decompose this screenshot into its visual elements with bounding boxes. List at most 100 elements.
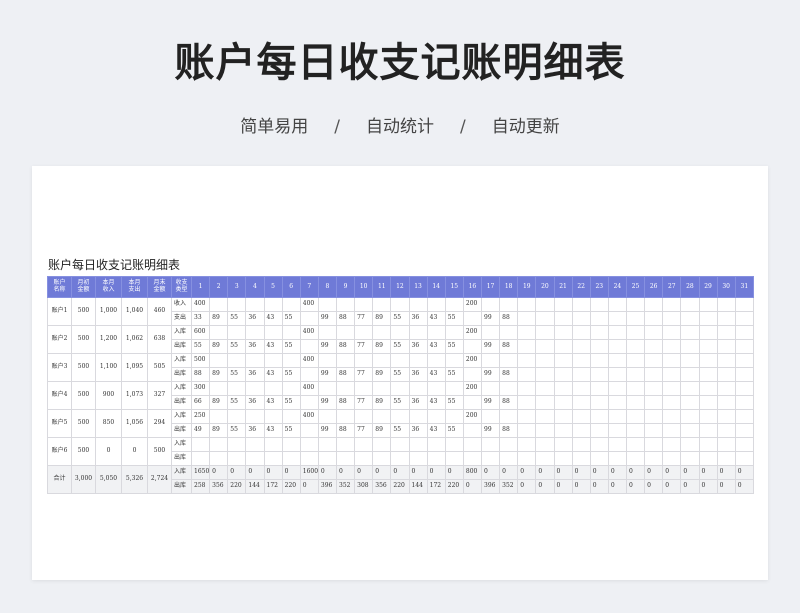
cell-day: 36: [245, 339, 265, 354]
cell-day: [227, 353, 247, 368]
cell-day: [462, 395, 483, 410]
cell-day: [444, 381, 464, 396]
cell-day: [571, 395, 591, 410]
cell-day: [354, 451, 374, 466]
cell-day: [553, 381, 573, 396]
cell-day: [625, 297, 646, 312]
cell-day: [716, 297, 736, 312]
cell-day: 55: [281, 311, 301, 326]
cell-name: 合计: [47, 465, 72, 494]
cell-day: [245, 381, 265, 396]
cell-type: 入库: [171, 465, 192, 480]
cell-day: [227, 325, 247, 340]
cell-day: 0: [734, 479, 755, 494]
cell-day: [499, 381, 519, 396]
cell-day: [716, 437, 736, 452]
cell-day: [716, 395, 736, 410]
feature-tagline: 简单易用 / 自动统计 / 自动更新: [0, 112, 800, 137]
cell-day: 396: [317, 479, 338, 494]
cell-day: [390, 297, 410, 312]
cell-expense: 1,040: [121, 297, 148, 326]
cell-type: 出库: [171, 395, 192, 410]
cell-day: [299, 423, 319, 438]
cell-day: [227, 409, 247, 424]
cell-day: [625, 325, 646, 340]
cell-day: 33: [190, 311, 211, 326]
cell-day: 55: [281, 395, 301, 410]
cell-day: 43: [263, 339, 283, 354]
cell-day: [698, 325, 718, 340]
cell-day: [734, 395, 755, 410]
cell-expense: 0: [121, 437, 148, 466]
cell-day: [535, 325, 555, 340]
cell-day: [571, 339, 591, 354]
cell-day: [480, 409, 501, 424]
cell-day: [716, 423, 736, 438]
cell-day: [716, 381, 736, 396]
cell-day: [680, 367, 700, 382]
cell-day: [263, 325, 283, 340]
header-day: 19: [517, 276, 537, 298]
cell-day: [444, 451, 464, 466]
cell-day: [499, 409, 519, 424]
cell-day: 0: [281, 465, 301, 480]
cell-day: [299, 437, 319, 452]
total-row: 合计 3,000 5,050 5,326 2,724 入库 1650 0 0 0 0 0 1600 0 0 0…: [47, 465, 755, 494]
cell-day: 43: [263, 367, 283, 382]
cell-day: [499, 353, 519, 368]
cell-day: [354, 353, 374, 368]
cell-day: [589, 367, 609, 382]
cell-day: 99: [480, 367, 501, 382]
cell-day: 0: [644, 465, 664, 480]
cell-day: [227, 437, 247, 452]
cell-day: 55: [444, 395, 464, 410]
cell-day: [209, 437, 229, 452]
cell-day: 0: [408, 465, 428, 480]
cell-day: [209, 353, 229, 368]
cell-day: [625, 409, 646, 424]
cell-day: [408, 297, 428, 312]
cell-day: [662, 381, 682, 396]
cell-day: 0: [734, 465, 755, 480]
cell-day: [444, 297, 464, 312]
header-day: 23: [589, 276, 609, 298]
cell-day: 99: [480, 339, 501, 354]
cell-day: [517, 409, 537, 424]
cell-day: [680, 339, 700, 354]
cell-day: [227, 451, 247, 466]
cell-day: 99: [317, 367, 338, 382]
cell-expense: 1,056: [121, 409, 148, 438]
cell-day: 0: [209, 465, 229, 480]
header-day: 2: [209, 276, 229, 298]
cell-name: 账户6: [47, 437, 72, 466]
cell-day: [517, 395, 537, 410]
cell-day: [662, 311, 682, 326]
cell-day: [680, 297, 700, 312]
cell-day: 0: [571, 479, 591, 494]
cell-day: [662, 367, 682, 382]
cell-day: [263, 381, 283, 396]
cell-day: [734, 367, 755, 382]
header-day: 7: [299, 276, 319, 298]
cell-day: [517, 437, 537, 452]
cell-day: [571, 325, 591, 340]
cell-day: [462, 311, 483, 326]
cell-day: [680, 423, 700, 438]
separator: /: [460, 117, 466, 137]
cell-income: 5,050: [95, 465, 122, 494]
cell-day: [299, 367, 319, 382]
header-day: 14: [426, 276, 446, 298]
cell-day: [698, 311, 718, 326]
cell-day: [517, 297, 537, 312]
cell-day: [662, 325, 682, 340]
cell-day: 89: [209, 339, 229, 354]
cell-day: [372, 437, 392, 452]
cell-day: 55: [227, 311, 247, 326]
cell-type: 入库: [171, 325, 192, 340]
cell-day: [444, 437, 464, 452]
cell-day: [589, 339, 609, 354]
cell-type: 出库: [171, 423, 192, 438]
cell-day: 77: [354, 395, 374, 410]
cell-day: [299, 311, 319, 326]
cell-day: [390, 325, 410, 340]
